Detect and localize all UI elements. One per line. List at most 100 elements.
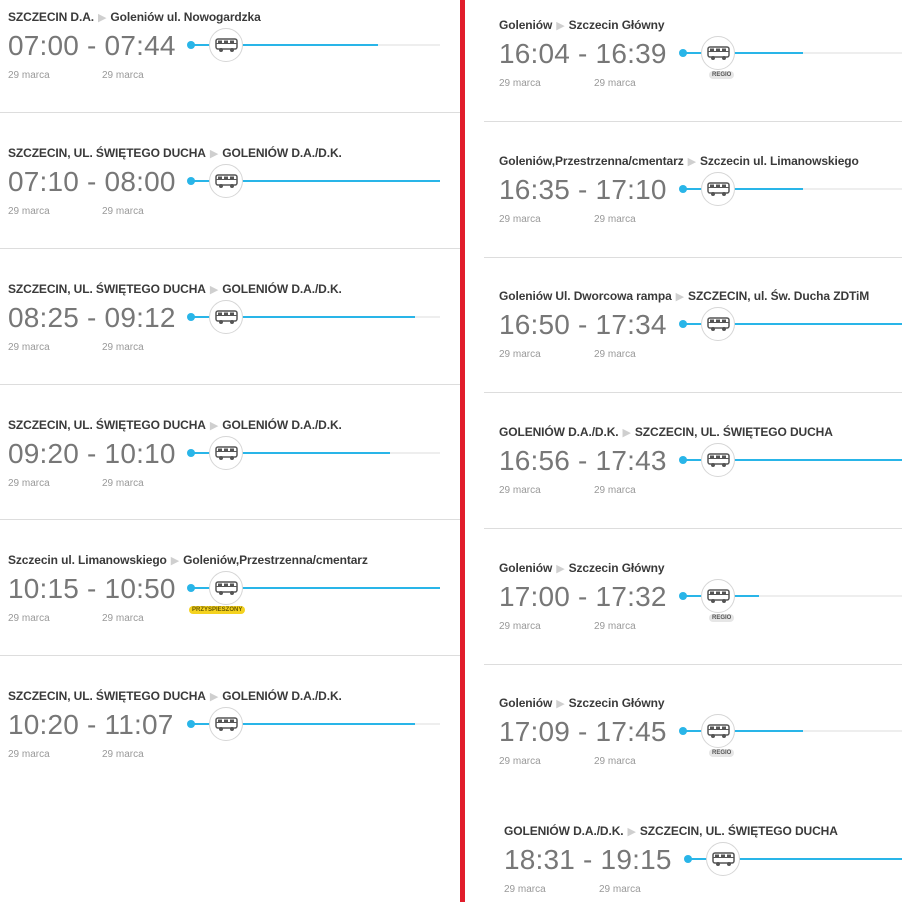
departure-date: 29 marca <box>504 884 546 895</box>
route-arrow-icon: ▶ <box>209 691 219 703</box>
trip-route: SZCZECIN, UL. ŚWIĘTEGO DUCHA ▶ GOLENIÓW D.… <box>8 418 342 432</box>
departure-dot <box>187 313 195 321</box>
trip-item[interactable]: GOLENIÓW D.A./D.K. ▶ SZCZECIN, UL. ŚWIĘTEG… <box>466 415 922 525</box>
column-divider <box>460 0 465 902</box>
route-from: Goleniów Ul. Dworcowa rampa <box>499 289 672 303</box>
trip-times: 16:50 - 17:34 <box>499 309 667 340</box>
trip-times: 09:20 - 10:10 <box>8 438 176 469</box>
route-to: Szczecin ul. Limanowskiego <box>699 154 859 168</box>
trip-item[interactable]: SZCZECIN D.A. ▶ Goleniów ul. Nowogardzka 07… <box>0 0 460 110</box>
route-to: GOLENIÓW D.A./D.K. <box>222 689 342 703</box>
route-from: SZCZECIN, UL. ŚWIĘTEGO DUCHA <box>8 418 206 432</box>
arrival-date: 29 marca <box>594 621 636 632</box>
route-to: Szczecin Główny <box>568 696 665 710</box>
arrival-date: 29 marca <box>594 349 636 360</box>
arrival-date: 29 marca <box>102 613 144 624</box>
route-from: Goleniów,Przestrzenna/cmentarz <box>499 154 684 168</box>
bus-icon <box>706 842 740 876</box>
trip-times: 10:15 - 10:50 <box>8 573 176 604</box>
trip-times: 16:04 - 16:39 <box>499 38 667 69</box>
bus-icon <box>209 300 243 334</box>
route-to: Szczecin Główny <box>568 18 665 32</box>
route-arrow-icon: ▶ <box>556 563 565 575</box>
trip-times: 18:31 - 19:15 <box>504 844 672 875</box>
trip-separator <box>0 384 460 385</box>
trip-separator <box>0 248 460 249</box>
trip-item[interactable]: SZCZECIN, UL. ŚWIĘTEGO DUCHA ▶ GOLENIÓW D.… <box>0 408 460 518</box>
arrival-date: 29 marca <box>102 478 144 489</box>
trip-route: Goleniów ▶ Szczecin Główny <box>499 18 665 32</box>
departure-dot <box>187 584 195 592</box>
route-arrow-icon: ▶ <box>209 284 219 296</box>
trip-route: SZCZECIN, UL. ŚWIĘTEGO DUCHA ▶ GOLENIÓW D.… <box>8 282 342 296</box>
trip-separator <box>0 655 460 656</box>
route-arrow-icon: ▶ <box>98 12 107 24</box>
route-to: SZCZECIN, UL. ŚWIĘTEGO DUCHA <box>634 425 833 439</box>
trip-route: SZCZECIN, UL. ŚWIĘTEGO DUCHA ▶ GOLENIÓW D.… <box>8 146 342 160</box>
bus-icon <box>701 714 735 748</box>
departure-date: 29 marca <box>499 485 541 496</box>
departure-dot <box>679 727 687 735</box>
bus-icon <box>701 36 735 70</box>
trip-item[interactable]: SZCZECIN, UL. ŚWIĘTEGO DUCHA ▶ GOLENIÓW D.… <box>0 272 460 382</box>
route-arrow-icon: ▶ <box>675 291 685 303</box>
route-from: Szczecin ul. Limanowskiego <box>8 553 167 567</box>
trip-route: Goleniów ▶ Szczecin Główny <box>499 561 665 575</box>
trip-item[interactable]: SZCZECIN, UL. ŚWIĘTEGO DUCHA ▶ GOLENIÓW D.… <box>0 679 460 789</box>
route-to: GOLENIÓW D.A./D.K. <box>222 282 342 296</box>
departure-dot <box>679 592 687 600</box>
departure-date: 29 marca <box>499 621 541 632</box>
regio-badge: REGIO <box>709 71 735 79</box>
bus-icon <box>209 707 243 741</box>
trip-separator <box>484 664 902 665</box>
route-arrow-icon: ▶ <box>627 826 636 838</box>
departure-dot <box>679 456 687 464</box>
trip-item[interactable]: Goleniów,Przestrzenna/cmentarz ▶ Szczecin … <box>466 144 922 254</box>
trip-times: 17:00 - 17:32 <box>499 581 667 612</box>
departure-dot <box>187 41 195 49</box>
trip-separator <box>484 257 902 258</box>
trip-item[interactable]: GOLENIÓW D.A./D.K. ▶ SZCZECIN, UL. ŚWIĘTEG… <box>466 814 922 924</box>
bus-icon <box>701 172 735 206</box>
route-from: SZCZECIN, UL. ŚWIĘTEGO DUCHA <box>8 689 206 703</box>
departure-date: 29 marca <box>8 749 50 760</box>
trip-route: Goleniów Ul. Dworcowa rampa ▶ SZCZECIN, ul… <box>499 289 869 303</box>
trip-item[interactable]: Goleniów ▶ Szczecin Główny 16:04 - 16:39 29 … <box>466 8 922 118</box>
arrival-date: 29 marca <box>594 214 636 225</box>
trip-route: GOLENIÓW D.A./D.K. ▶ SZCZECIN, UL. ŚWIĘTEG… <box>504 824 838 838</box>
route-from: SZCZECIN, UL. ŚWIĘTEGO DUCHA <box>8 146 206 160</box>
trip-route: SZCZECIN, UL. ŚWIĘTEGO DUCHA ▶ GOLENIÓW D.… <box>8 689 342 703</box>
route-to: GOLENIÓW D.A./D.K. <box>222 418 342 432</box>
departure-date: 29 marca <box>499 756 541 767</box>
departure-date: 29 marca <box>8 206 50 217</box>
route-arrow-icon: ▶ <box>687 156 696 168</box>
route-from: Goleniów <box>499 18 553 32</box>
trip-route: GOLENIÓW D.A./D.K. ▶ SZCZECIN, UL. ŚWIĘTEG… <box>499 425 833 439</box>
route-to: SZCZECIN, UL. ŚWIĘTEGO DUCHA <box>639 824 838 838</box>
arrival-date: 29 marca <box>599 884 641 895</box>
bus-icon <box>209 436 243 470</box>
route-arrow-icon: ▶ <box>170 555 180 567</box>
trip-item[interactable]: SZCZECIN, UL. ŚWIĘTEGO DUCHA ▶ GOLENIÓW D.… <box>0 136 460 246</box>
trip-route: Goleniów ▶ Szczecin Główny <box>499 696 665 710</box>
departure-dot <box>679 49 687 57</box>
departure-dot <box>187 449 195 457</box>
departure-date: 29 marca <box>499 349 541 360</box>
route-to: Goleniów ul. Nowogardzka <box>110 10 261 24</box>
arrival-date: 29 marca <box>102 206 144 217</box>
arrival-date: 29 marca <box>594 485 636 496</box>
arrival-date: 29 marca <box>102 70 144 81</box>
departure-date: 29 marca <box>499 78 541 89</box>
trip-times: 17:09 - 17:45 <box>499 716 667 747</box>
route-arrow-icon: ▶ <box>209 420 219 432</box>
bus-icon <box>701 307 735 341</box>
bus-icon <box>209 28 243 62</box>
trip-item[interactable]: Szczecin ul. Limanowskiego ▶ Goleniów,Prze… <box>0 543 460 653</box>
trip-item[interactable]: Goleniów ▶ Szczecin Główny 17:09 - 17:45 29 … <box>466 686 922 796</box>
trip-item[interactable]: Goleniów Ul. Dworcowa rampa ▶ SZCZECIN, ul… <box>466 279 922 389</box>
trip-item[interactable]: Goleniów ▶ Szczecin Główny 17:00 - 17:32 29 … <box>466 551 922 661</box>
regio-badge: REGIO <box>709 749 735 757</box>
arrival-date: 29 marca <box>594 78 636 89</box>
trip-times: 16:35 - 17:10 <box>499 174 667 205</box>
departure-date: 29 marca <box>8 70 50 81</box>
